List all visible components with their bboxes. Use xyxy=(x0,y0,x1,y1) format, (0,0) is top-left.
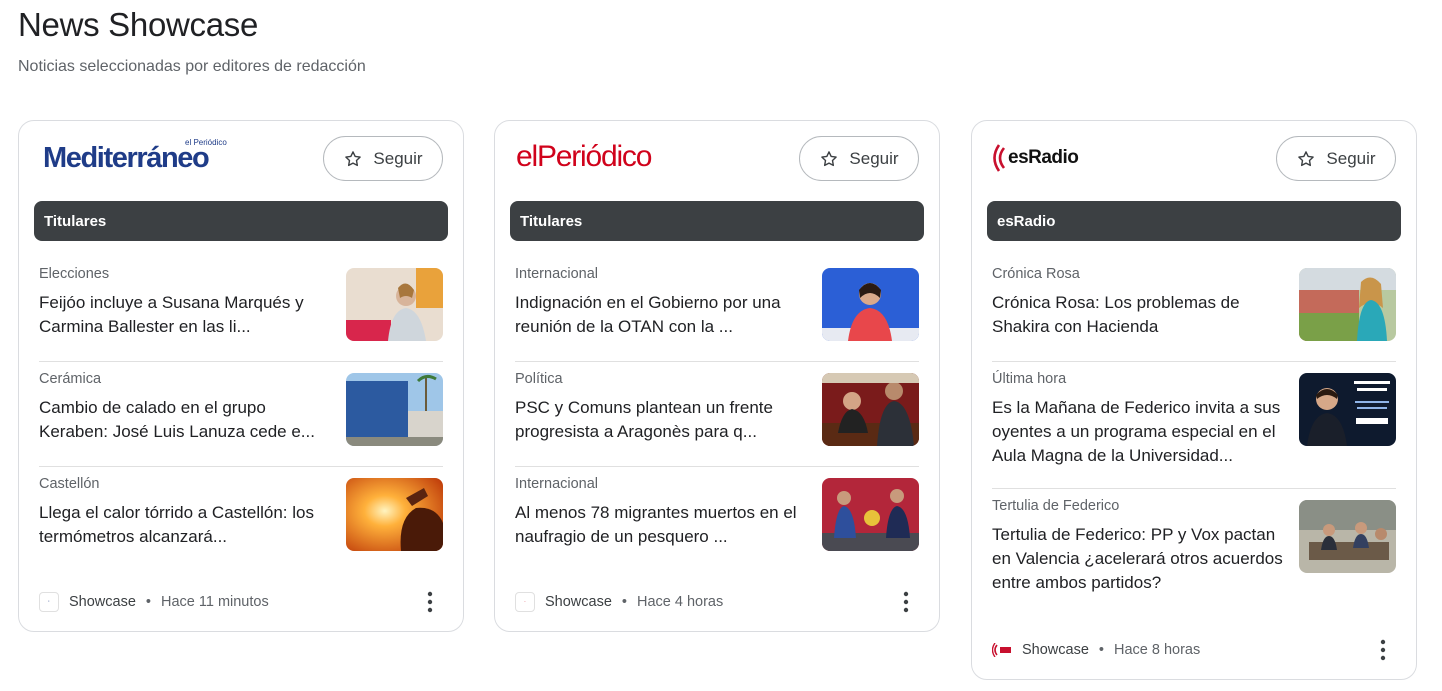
footer-time: Hace 11 minutos xyxy=(160,594,269,610)
footer-time: Hace 4 horas xyxy=(636,594,724,610)
star-outline-icon xyxy=(345,150,362,166)
article-headline[interactable]: Crónica Rosa: Los problemas de Shakira c… xyxy=(992,291,1287,339)
page-title: News Showcase xyxy=(18,6,259,43)
publisher-mini-logo xyxy=(992,640,1012,660)
article-headline[interactable]: Al menos 78 migrantes muertos en el nauf… xyxy=(515,501,810,549)
article-category: Internacional xyxy=(515,266,599,282)
card-header: esRadio Seguir xyxy=(972,121,1416,201)
article-category: Castellón xyxy=(39,476,100,492)
article-category: Cerámica xyxy=(39,371,102,387)
article-item[interactable]: Última hora Es la Mañana de Federico inv… xyxy=(992,362,1396,489)
section-bar[interactable]: Titulares xyxy=(510,201,924,241)
article-item[interactable]: Política PSC y Comuns plantean un frente… xyxy=(515,362,919,467)
footer-source[interactable]: Showcase xyxy=(1022,642,1089,658)
esradio-mini-icon xyxy=(992,643,1011,657)
article-headline[interactable]: Tertulia de Federico: PP y Vox pactan en… xyxy=(992,523,1287,595)
footer-source[interactable]: Showcase xyxy=(69,594,136,610)
follow-button[interactable]: Seguir xyxy=(323,136,443,181)
follow-button-label: Seguir xyxy=(1326,148,1376,168)
publisher-mini-logo: · xyxy=(39,592,59,612)
article-headline[interactable]: Indignación en el Gobierno por una reuni… xyxy=(515,291,810,339)
article-list: Crónica Rosa Crónica Rosa: Los problemas… xyxy=(972,257,1416,615)
more-options-button[interactable] xyxy=(1368,635,1398,665)
article-list: Elecciones Feijóo incluye a Susana Marqu… xyxy=(19,257,463,571)
footer-separator: • xyxy=(1098,642,1104,658)
article-category: Última hora xyxy=(992,371,1067,387)
publisher-logo-text: Mediterráneo xyxy=(43,142,210,174)
article-thumbnail[interactable] xyxy=(346,478,443,551)
card-footer: Showcase • Hace 8 horas xyxy=(992,635,1398,665)
article-thumbnail[interactable] xyxy=(822,373,919,446)
esradio-waves-icon xyxy=(993,144,1006,172)
footer-time: Hace 8 horas xyxy=(1113,642,1201,658)
follow-button[interactable]: Seguir xyxy=(799,136,919,181)
article-category: Elecciones xyxy=(39,266,110,282)
publisher-card-elperiodico: elPeriódico Seguir Titulares Internacion… xyxy=(494,120,940,632)
article-thumbnail[interactable] xyxy=(1299,500,1396,573)
article-category: Política xyxy=(515,371,563,387)
article-item[interactable]: Tertulia de Federico Tertulia de Federic… xyxy=(992,489,1396,615)
card-header: elPeriódico Seguir xyxy=(495,121,939,201)
article-item[interactable]: Cerámica Cambio de calado en el grupo Ke… xyxy=(39,362,443,467)
more-options-button[interactable] xyxy=(891,587,921,617)
article-headline[interactable]: Cambio de calado en el grupo Keraben: Jo… xyxy=(39,396,334,444)
section-bar[interactable]: Titulares xyxy=(34,201,448,241)
follow-button-label: Seguir xyxy=(849,148,899,168)
article-thumbnail[interactable] xyxy=(1299,373,1396,446)
publisher-logo-text: elPeriódico xyxy=(516,140,652,173)
article-list: Internacional Indignación en el Gobierno… xyxy=(495,257,939,571)
article-item[interactable]: Castellón Llega el calor tórrido a Caste… xyxy=(39,467,443,571)
article-headline[interactable]: PSC y Comuns plantean un frente progresi… xyxy=(515,396,810,444)
article-headline[interactable]: Llega el calor tórrido a Castellón: los … xyxy=(39,501,334,549)
more-vert-icon xyxy=(1380,639,1386,661)
publisher-mini-logo: · xyxy=(515,592,535,612)
section-bar[interactable]: esRadio xyxy=(987,201,1401,241)
article-thumbnail[interactable] xyxy=(822,478,919,551)
article-thumbnail[interactable] xyxy=(346,268,443,341)
card-footer: · Showcase • Hace 11 minutos xyxy=(39,587,445,617)
publisher-logo-text: esRadio xyxy=(1008,147,1079,168)
article-headline[interactable]: Feijóo incluye a Susana Marqués y Carmin… xyxy=(39,291,334,339)
star-outline-icon xyxy=(1298,150,1315,166)
follow-button[interactable]: Seguir xyxy=(1276,136,1396,181)
more-vert-icon xyxy=(427,591,433,613)
article-item[interactable]: Crónica Rosa Crónica Rosa: Los problemas… xyxy=(992,257,1396,362)
page-subtitle: Noticias seleccionadas por editores de r… xyxy=(18,58,366,75)
publisher-logo-elperiodico[interactable]: elPeriódico xyxy=(516,140,652,174)
article-item[interactable]: Internacional Al menos 78 migrantes muer… xyxy=(515,467,919,571)
article-thumbnail[interactable] xyxy=(822,268,919,341)
article-thumbnail[interactable] xyxy=(346,373,443,446)
article-category: Crónica Rosa xyxy=(992,266,1080,282)
article-item[interactable]: Internacional Indignación en el Gobierno… xyxy=(515,257,919,362)
star-outline-icon xyxy=(821,150,838,166)
footer-separator: • xyxy=(145,594,151,610)
more-options-button[interactable] xyxy=(415,587,445,617)
article-thumbnail[interactable] xyxy=(1299,268,1396,341)
publisher-card-esradio: esRadio Seguir esRadio Crónica Rosa Crón… xyxy=(971,120,1417,680)
publisher-card-mediterraneo: el Periódico Mediterráneo Seguir Titular… xyxy=(18,120,464,632)
publisher-logo-mediterraneo[interactable]: el Periódico Mediterráneo xyxy=(43,138,243,174)
article-headline[interactable]: Es la Mañana de Federico invita a sus oy… xyxy=(992,396,1287,468)
publisher-logo-esradio[interactable]: esRadio xyxy=(992,141,1079,175)
footer-source[interactable]: Showcase xyxy=(545,594,612,610)
article-category: Tertulia de Federico xyxy=(992,498,1120,514)
article-category: Internacional xyxy=(515,476,599,492)
more-vert-icon xyxy=(903,591,909,613)
footer-separator: • xyxy=(621,594,627,610)
card-header: el Periódico Mediterráneo Seguir xyxy=(19,121,463,201)
card-footer: · Showcase • Hace 4 horas xyxy=(515,587,921,617)
article-item[interactable]: Elecciones Feijóo incluye a Susana Marqu… xyxy=(39,257,443,362)
follow-button-label: Seguir xyxy=(373,148,423,168)
